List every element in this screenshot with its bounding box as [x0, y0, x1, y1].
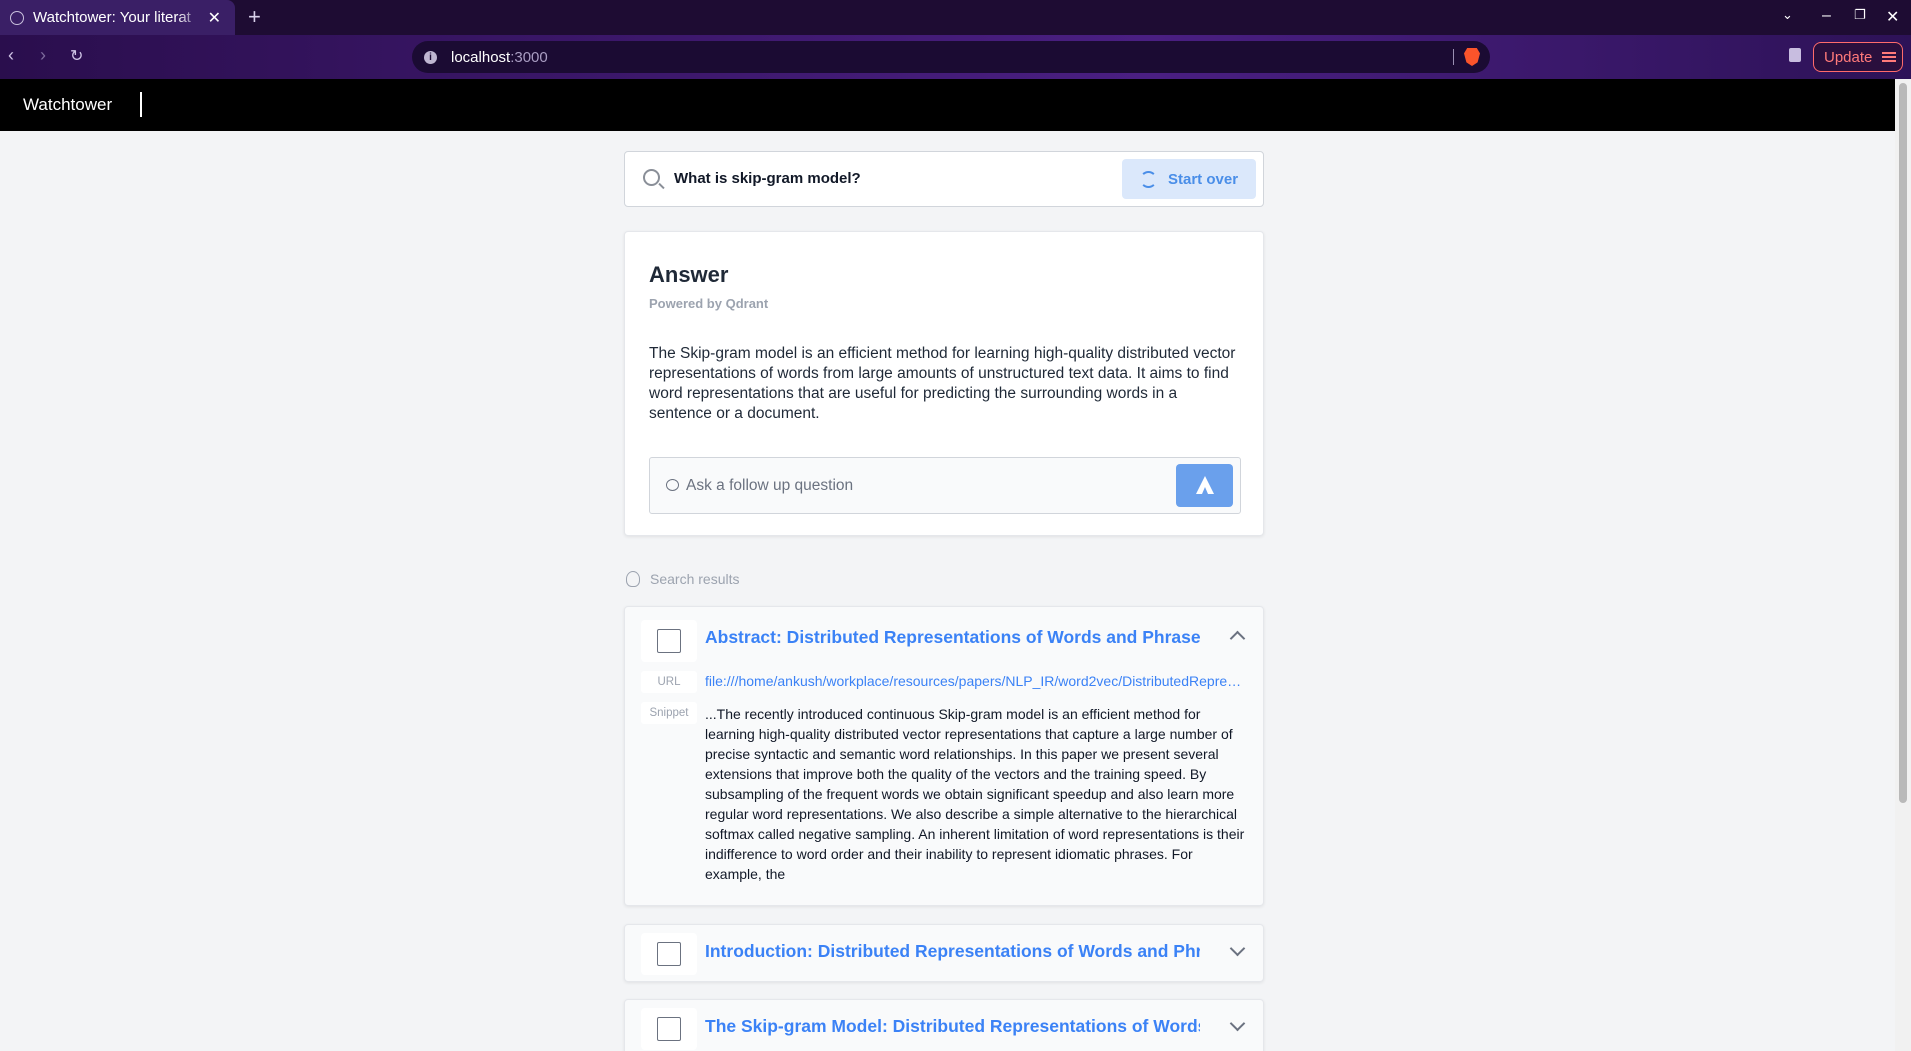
- chevron-down-icon[interactable]: [1229, 1015, 1246, 1032]
- forward-icon[interactable]: ›: [40, 45, 46, 66]
- start-over-label: Start over: [1168, 170, 1239, 188]
- search-results-label: Search results: [650, 571, 740, 587]
- browser-toolbar: ‹ › ↻ i localhost:3000 Update: [0, 35, 1911, 79]
- result-url[interactable]: file:///home/ankush/workplace/resources/…: [705, 673, 1245, 689]
- send-arrow-icon: [1196, 476, 1214, 494]
- chat-bubble-icon: [666, 479, 679, 491]
- search-results-heading: Search results: [626, 571, 739, 587]
- wallet-icon[interactable]: [1789, 48, 1801, 62]
- result-title[interactable]: The Skip-gram Model: Distributed Represe…: [705, 1016, 1200, 1037]
- snippet-label: Snippet: [641, 702, 697, 724]
- followup-box: [649, 457, 1241, 514]
- result-checkbox[interactable]: [657, 942, 681, 966]
- header-divider: [140, 92, 142, 117]
- brave-shield-icon[interactable]: [1464, 48, 1480, 66]
- close-window-icon[interactable]: ✕: [1886, 7, 1899, 27]
- tab-list-icon[interactable]: ⌄: [1782, 7, 1793, 23]
- result-select-wrap: [641, 620, 697, 662]
- address-port: :3000: [510, 48, 548, 66]
- result-title[interactable]: Introduction: Distributed Representation…: [705, 941, 1200, 962]
- browser-tabstrip: Watchtower: Your literat ✕ + ⌄ – ❐ ✕: [0, 0, 1911, 35]
- update-label: Update: [1824, 48, 1873, 66]
- menu-icon: [1882, 52, 1897, 62]
- address-bar[interactable]: i localhost:3000: [412, 41, 1490, 73]
- refresh-icon: [1140, 170, 1157, 188]
- result-checkbox[interactable]: [657, 1017, 681, 1041]
- result-snippet: ...The recently introduced continuous Sk…: [705, 706, 1245, 882]
- restore-icon[interactable]: ❐: [1854, 7, 1866, 23]
- result-title[interactable]: Abstract: Distributed Representations of…: [705, 627, 1200, 648]
- new-tab-button[interactable]: +: [248, 4, 261, 30]
- url-label: URL: [641, 671, 697, 693]
- search-bar[interactable]: What is skip-gram model? Start over: [624, 151, 1264, 207]
- result-card: The Skip-gram Model: Distributed Represe…: [624, 999, 1264, 1051]
- answer-text: The Skip-gram model is an efficient meth…: [649, 345, 1236, 422]
- send-button[interactable]: [1176, 464, 1233, 507]
- address-divider: [1453, 49, 1454, 65]
- powered-by: Powered by Qdrant: [649, 296, 769, 311]
- address-host: localhost: [451, 48, 511, 66]
- address-url[interactable]: localhost:3000: [451, 49, 548, 66]
- app-header: Watchtower: [0, 79, 1895, 131]
- update-button[interactable]: Update: [1813, 42, 1903, 72]
- tab-title: Watchtower: Your literat: [33, 9, 191, 26]
- site-info-icon[interactable]: i: [424, 50, 437, 64]
- globe-icon: [10, 10, 24, 25]
- page-scrollbar[interactable]: [1895, 79, 1911, 1051]
- search-icon: [643, 169, 660, 186]
- app-brand[interactable]: Watchtower: [23, 95, 112, 115]
- result-card: Introduction: Distributed Representation…: [624, 924, 1264, 982]
- scrollbar-thumb[interactable]: [1899, 83, 1907, 803]
- reload-icon[interactable]: ↻: [70, 46, 83, 66]
- chevron-up-icon[interactable]: [1229, 630, 1246, 647]
- back-icon[interactable]: ‹: [8, 45, 14, 66]
- answer-card: Answer Powered by Qdrant The Skip-gram m…: [624, 231, 1264, 536]
- result-select-wrap: [641, 933, 697, 975]
- close-tab-icon[interactable]: ✕: [208, 8, 221, 28]
- answer-heading: Answer: [649, 262, 729, 287]
- search-query[interactable]: What is skip-gram model?: [674, 170, 861, 187]
- browser-tab[interactable]: Watchtower: Your literat ✕: [0, 0, 235, 35]
- result-card: Abstract: Distributed Representations of…: [624, 606, 1264, 906]
- lightbulb-icon: [626, 571, 640, 587]
- minimize-icon[interactable]: –: [1822, 7, 1831, 25]
- start-over-button[interactable]: Start over: [1122, 159, 1256, 199]
- chevron-down-icon[interactable]: [1229, 940, 1246, 957]
- result-checkbox[interactable]: [657, 629, 681, 653]
- result-select-wrap: [641, 1008, 697, 1050]
- followup-input[interactable]: [686, 474, 1166, 498]
